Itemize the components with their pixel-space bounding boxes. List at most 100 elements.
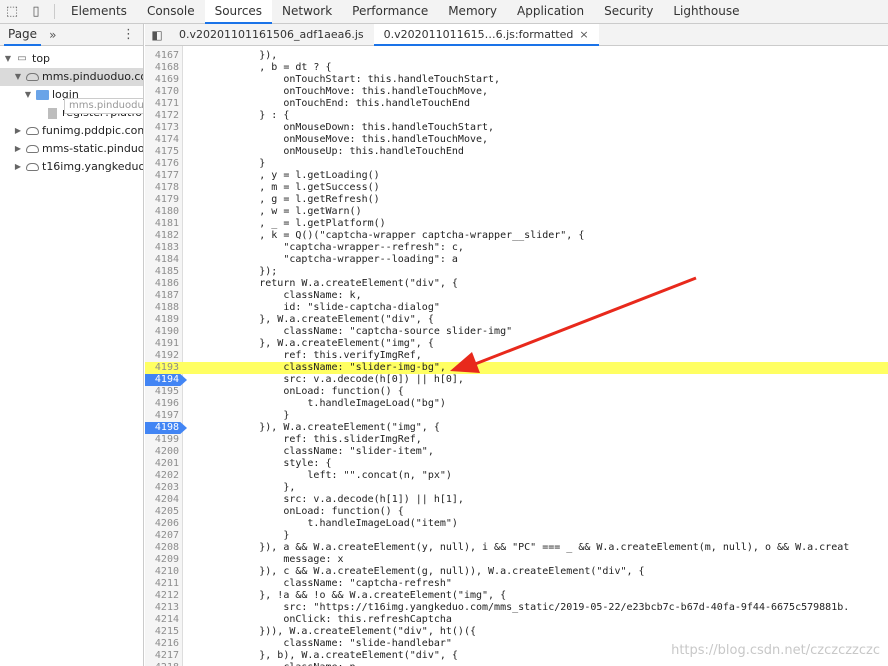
line-number[interactable]: 4190: [145, 326, 181, 338]
line-number[interactable]: 4170: [145, 86, 181, 98]
line-number[interactable]: 4195: [145, 386, 181, 398]
collapse-triangle-icon[interactable]: ▶: [12, 122, 24, 140]
code-text: onMouseUp: this.handleTouchEnd: [187, 146, 464, 157]
line-number[interactable]: 4167: [145, 50, 181, 62]
tree-item[interactable]: ▶ t16img.yangkeduo.co: [0, 158, 143, 176]
line-number[interactable]: 4216: [145, 638, 181, 650]
line-number[interactable]: 4187: [145, 290, 181, 302]
cloud-icon: [24, 73, 40, 81]
tab-security[interactable]: Security: [594, 0, 663, 23]
line-number[interactable]: 4173: [145, 122, 181, 134]
code-line: 4199 ref: this.sliderImgRef,: [145, 434, 888, 446]
collapse-triangle-icon[interactable]: ▶: [12, 140, 24, 158]
line-number[interactable]: 4196: [145, 398, 181, 410]
line-number[interactable]: 4176: [145, 158, 181, 170]
tab-memory[interactable]: Memory: [438, 0, 507, 23]
tab-application[interactable]: Application: [507, 0, 594, 23]
line-number[interactable]: 4203: [145, 482, 181, 494]
device-toolbar-icon[interactable]: ▯: [24, 0, 48, 23]
code-text: , g = l.getRefresh(): [187, 194, 380, 205]
line-number[interactable]: 4189: [145, 314, 181, 326]
line-number[interactable]: 4211: [145, 578, 181, 590]
line-number[interactable]: 4197: [145, 410, 181, 422]
line-number[interactable]: 4175: [145, 146, 181, 158]
line-number[interactable]: 4215: [145, 626, 181, 638]
kebab-menu-icon[interactable]: ⋮: [122, 27, 135, 42]
line-number[interactable]: 4193: [145, 362, 181, 374]
code-text: });: [187, 266, 278, 277]
code-text: className: "captcha-source slider-img": [187, 326, 513, 337]
line-number[interactable]: 4183: [145, 242, 181, 254]
line-number[interactable]: 4178: [145, 182, 181, 194]
code-line: 4169 onTouchStart: this.handleTouchStart…: [145, 74, 888, 86]
tab-performance[interactable]: Performance: [342, 0, 438, 23]
line-number[interactable]: 4204: [145, 494, 181, 506]
expand-triangle-icon[interactable]: ▼: [12, 68, 24, 86]
expand-triangle-icon[interactable]: ▼: [2, 50, 14, 68]
line-number[interactable]: 4185: [145, 266, 181, 278]
breakpoint-line-number[interactable]: 4198: [145, 422, 181, 434]
toggle-navigator-icon[interactable]: ◧: [145, 24, 169, 45]
tab-network[interactable]: Network: [272, 0, 342, 23]
line-number[interactable]: 4206: [145, 518, 181, 530]
more-tabs-icon[interactable]: »: [49, 28, 56, 42]
collapse-triangle-icon[interactable]: ▶: [12, 158, 24, 176]
tab-sources[interactable]: Sources: [204, 0, 273, 24]
tab-console[interactable]: Console: [137, 0, 205, 23]
code-text: className: "slider-item",: [187, 446, 434, 457]
line-number[interactable]: 4202: [145, 470, 181, 482]
tab-page[interactable]: Page: [4, 24, 42, 46]
line-number[interactable]: 4212: [145, 590, 181, 602]
line-number[interactable]: 4192: [145, 350, 181, 362]
tree-item[interactable]: ▶ mms-static.pinduoduo: [0, 140, 143, 158]
line-number[interactable]: 4207: [145, 530, 181, 542]
tree-item[interactable]: ▶ funimg.pddpic.com: [0, 122, 143, 140]
code-line: 4173 onMouseDown: this.handleTouchStart,: [145, 122, 888, 134]
code-text: onTouchMove: this.handleTouchMove,: [187, 86, 489, 97]
code-text: }),: [187, 50, 278, 61]
line-number[interactable]: 4180: [145, 206, 181, 218]
editor-tab[interactable]: 0.v202011011615…6.js:formatted ×: [373, 24, 599, 46]
line-number[interactable]: 4213: [145, 602, 181, 614]
line-number[interactable]: 4171: [145, 98, 181, 110]
close-tab-icon[interactable]: ×: [579, 28, 588, 41]
line-number[interactable]: 4209: [145, 554, 181, 566]
code-text: },: [187, 482, 296, 493]
code-line: 4193 className: "slider-img-bg",: [145, 362, 888, 374]
line-number[interactable]: 4214: [145, 614, 181, 626]
breakpoint-line-number[interactable]: 4194: [145, 374, 181, 386]
line-number[interactable]: 4179: [145, 194, 181, 206]
line-number[interactable]: 4182: [145, 230, 181, 242]
line-number[interactable]: 4218: [145, 662, 181, 666]
code-text: src: v.a.decode(h[1]) || h[1],: [187, 494, 464, 505]
inspect-element-icon[interactable]: ⬚: [0, 0, 24, 23]
line-number[interactable]: 4174: [145, 134, 181, 146]
code-editor[interactable]: 4167 }), 4168 , b = dt ? {4169 onTouchSta…: [145, 46, 888, 666]
line-number[interactable]: 4199: [145, 434, 181, 446]
code-text: })), W.a.createElement("div", ht()({: [187, 626, 476, 637]
editor-tab[interactable]: 0.v20201101161506_adf1aea6.js: [169, 24, 374, 45]
line-number[interactable]: 4208: [145, 542, 181, 554]
code-line: 4171 onTouchEnd: this.handleTouchEnd: [145, 98, 888, 110]
line-number[interactable]: 4201: [145, 458, 181, 470]
line-number[interactable]: 4186: [145, 278, 181, 290]
line-number[interactable]: 4210: [145, 566, 181, 578]
tab-elements[interactable]: Elements: [61, 0, 137, 23]
line-number[interactable]: 4169: [145, 74, 181, 86]
line-number[interactable]: 4191: [145, 338, 181, 350]
line-number[interactable]: 4217: [145, 650, 181, 662]
line-number[interactable]: 4181: [145, 218, 181, 230]
line-number[interactable]: 4172: [145, 110, 181, 122]
line-number[interactable]: 4200: [145, 446, 181, 458]
line-number[interactable]: 4205: [145, 506, 181, 518]
cloud-icon: [24, 145, 40, 153]
line-number[interactable]: 4184: [145, 254, 181, 266]
line-number[interactable]: 4177: [145, 170, 181, 182]
tree-item[interactable]: ▼ ▭ top: [0, 50, 143, 68]
code-line: 4187 className: k,: [145, 290, 888, 302]
expand-triangle-icon[interactable]: ▼: [22, 86, 34, 104]
line-number[interactable]: 4188: [145, 302, 181, 314]
tab-lighthouse[interactable]: Lighthouse: [663, 0, 749, 23]
line-number[interactable]: 4168: [145, 62, 181, 74]
tree-item[interactable]: ▼ mms.pinduoduo.com: [0, 68, 143, 86]
